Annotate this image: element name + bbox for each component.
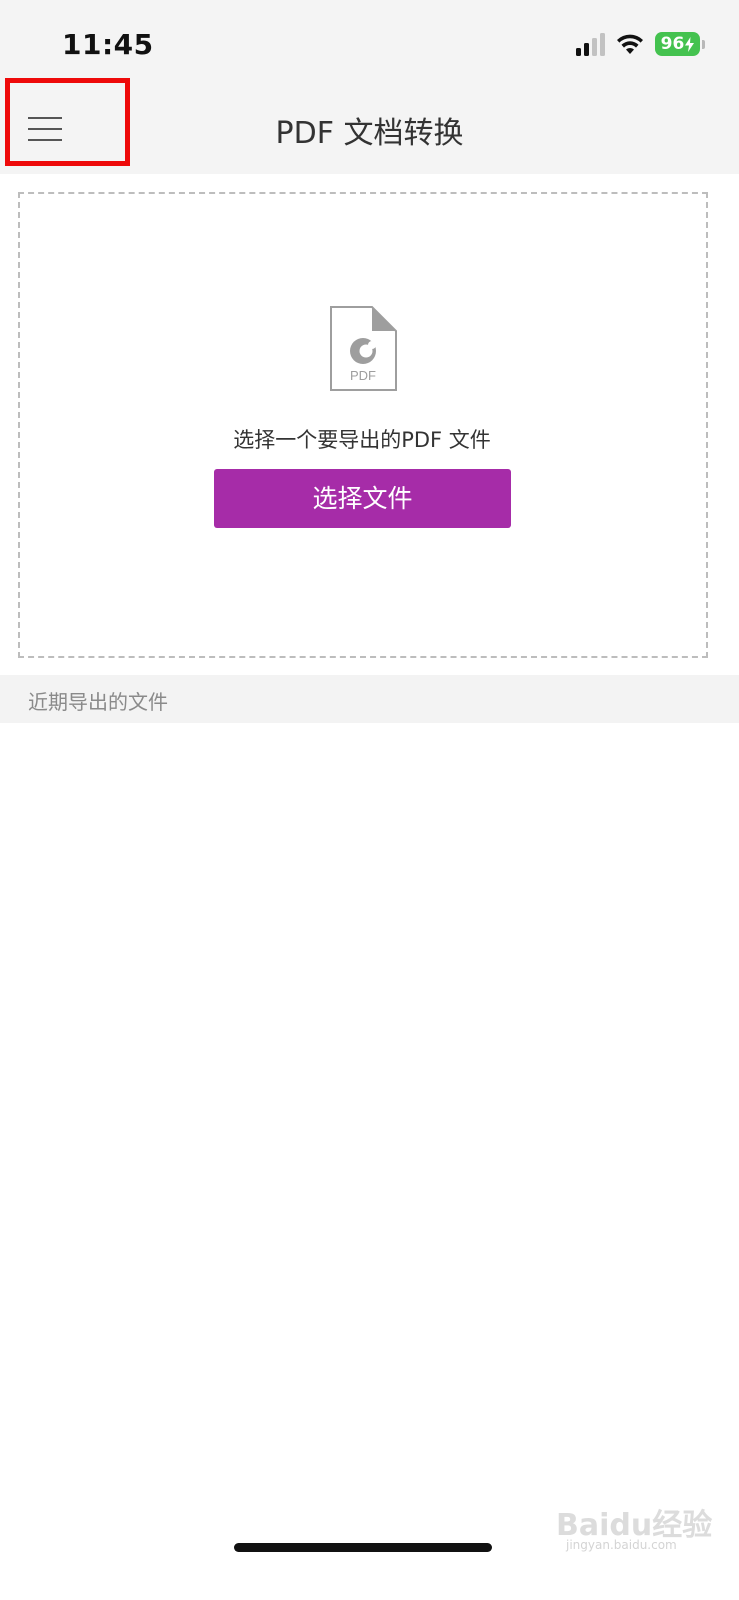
home-indicator[interactable] xyxy=(234,1543,492,1552)
recent-files-header: 近期导出的文件 xyxy=(0,675,739,723)
status-time: 11:45 xyxy=(62,28,154,61)
page-title: PDF 文档转换 xyxy=(275,116,464,151)
charging-bolt-icon xyxy=(685,36,695,52)
cellular-signal-icon xyxy=(576,32,605,56)
status-icons: 96 xyxy=(576,32,705,56)
watermark-url: jingyan.baidu.com xyxy=(566,1538,677,1552)
recent-files-label: 近期导出的文件 xyxy=(28,690,168,714)
wifi-icon xyxy=(617,34,643,54)
battery-body: 96 xyxy=(655,32,700,56)
battery-cap xyxy=(702,39,705,49)
battery-indicator: 96 xyxy=(655,32,705,56)
upload-prompt: 选择一个要导出的PDF 文件 xyxy=(233,428,491,452)
top-area: 11:45 96 PDF 文档转换 xyxy=(0,0,739,174)
battery-level: 96 xyxy=(660,34,685,54)
pdf-file-icon: PDF xyxy=(330,306,397,391)
pdf-icon-label: PDF xyxy=(350,368,376,383)
select-file-button[interactable]: 选择文件 xyxy=(214,469,511,528)
